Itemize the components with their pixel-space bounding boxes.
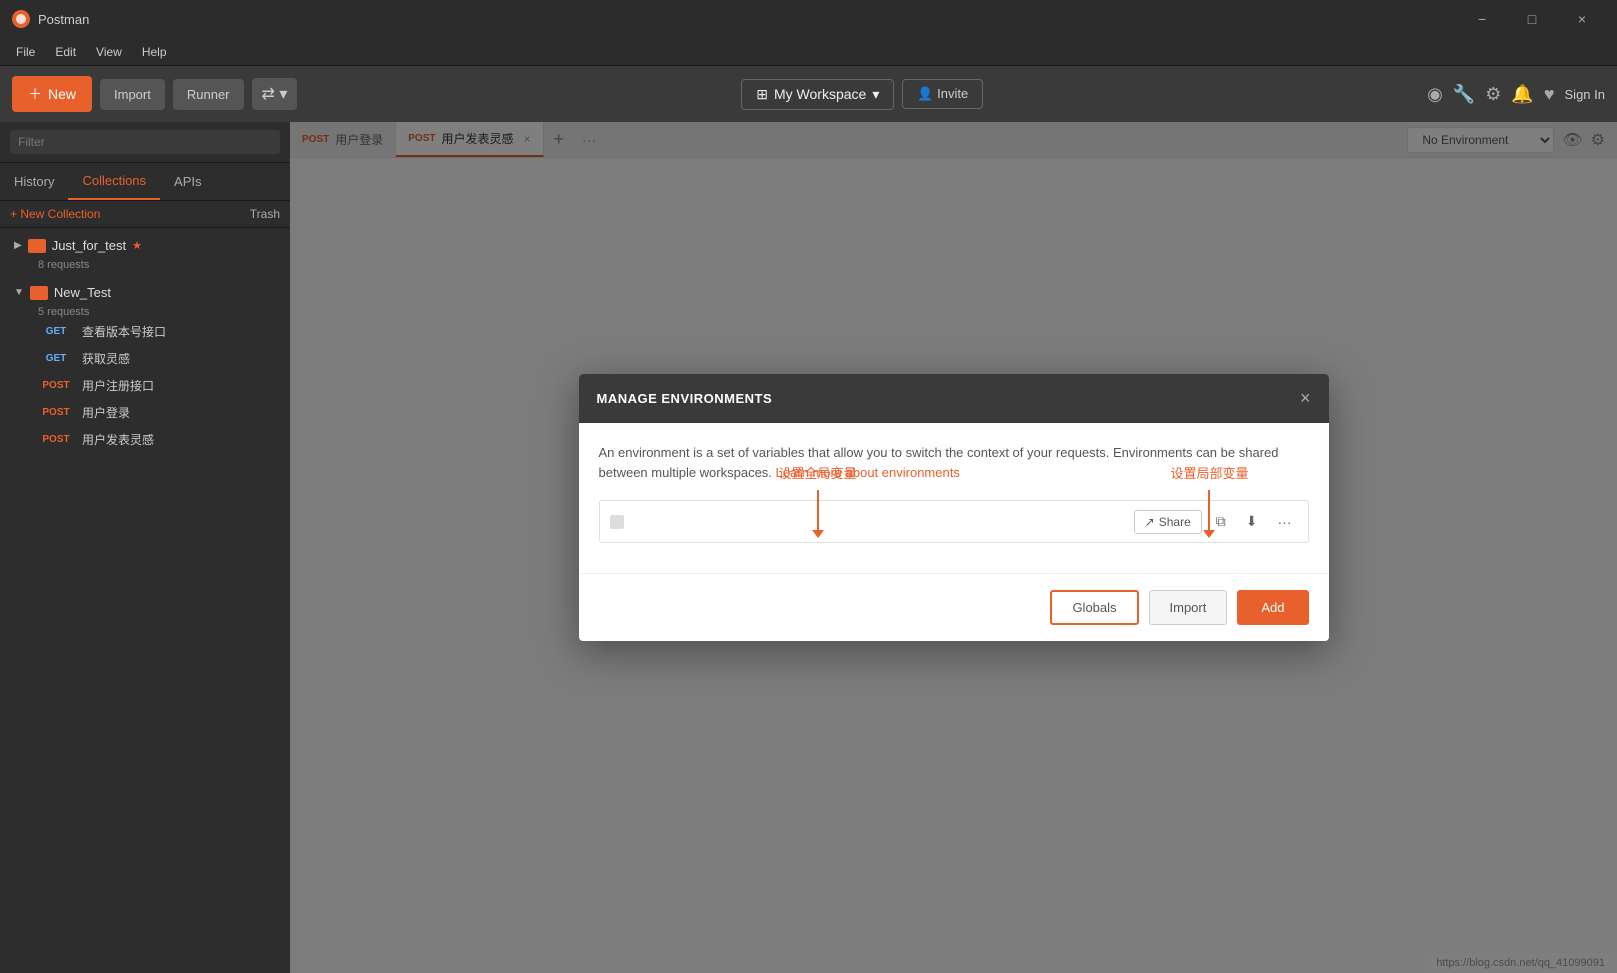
invite-icon: 👤 [917, 86, 933, 101]
window-controls: − □ × [1459, 0, 1605, 38]
wrench-icon[interactable]: 🔧 [1453, 84, 1475, 105]
annotation-arrow-line-1 [817, 490, 819, 530]
trash-button[interactable]: Trash [250, 207, 280, 221]
settings-icon[interactable]: ⚙ [1485, 84, 1501, 105]
content-area: POST 用户登录 POST 用户发表灵感 × + ··· No Environ… [290, 122, 1617, 973]
annotation-arrow-head-1 [812, 530, 824, 538]
method-badge-get: GET [38, 326, 74, 337]
collection-name: Just_for_test [52, 238, 126, 253]
app-title: Postman [38, 12, 1451, 27]
request-name-4: 用户登录 [82, 404, 130, 421]
modal-header: MANAGE ENVIRONMENTS × [579, 374, 1329, 423]
request-item[interactable]: GET 查看版本号接口 [10, 318, 280, 345]
sidebar-actions: + New Collection Trash [0, 201, 290, 228]
runner-button[interactable]: Runner [173, 79, 244, 110]
collection-arrow-icon-2: ▼ [14, 287, 24, 298]
modal-footer: Globals Import Add [579, 573, 1329, 641]
sidebar-tab-apis[interactable]: APIs [160, 164, 215, 199]
menu-edit[interactable]: Edit [47, 43, 84, 61]
method-badge-post-3: POST [38, 434, 74, 445]
request-name-5: 用户发表灵感 [82, 431, 154, 448]
menu-view[interactable]: View [88, 43, 130, 61]
new-button[interactable]: ＋ New [12, 76, 92, 112]
star-icon[interactable]: ★ [132, 239, 142, 252]
request-item-4[interactable]: POST 用户登录 [10, 399, 280, 426]
method-badge-post: POST [38, 380, 74, 391]
workspace-center: ⊞ My Workspace ▾ 👤 Invite [305, 79, 1419, 110]
filter-input[interactable] [10, 130, 280, 154]
share-icon: ↗ [1145, 515, 1155, 529]
annotation-add: 设置局部变量 [1170, 463, 1248, 538]
sidebar-tabs: History Collections APIs [0, 163, 290, 201]
heart-icon[interactable]: ♥ [1544, 84, 1555, 105]
collection-new-test: ▼ New_Test 5 requests GET 查看版本号接口 GET 获取… [0, 275, 290, 457]
env-color-indicator [610, 515, 624, 529]
annotation-arrow-head-2 [1203, 530, 1215, 538]
collection-requests-count: 8 requests [10, 259, 280, 271]
notification-icon[interactable]: 🔔 [1511, 84, 1533, 105]
collection-just-for-test: ▶ Just_for_test ★ 8 requests [0, 228, 290, 275]
toolbar: ＋ New Import Runner ⇄ ▾ ⊞ My Workspace ▾… [0, 66, 1617, 122]
method-badge-post-2: POST [38, 407, 74, 418]
manage-environments-modal: MANAGE ENVIRONMENTS × An environment is … [579, 374, 1329, 641]
menu-file[interactable]: File [8, 43, 43, 61]
request-item-5[interactable]: POST 用户发表灵感 [10, 426, 280, 453]
collection-name-2: New_Test [54, 285, 111, 300]
proxy-button[interactable]: ⇄ ▾ [252, 78, 298, 110]
collection-requests-count-2: 5 requests [10, 306, 280, 318]
request-name-3: 用户注册接口 [82, 377, 154, 394]
workspace-button[interactable]: ⊞ My Workspace ▾ [741, 79, 894, 110]
collection-header-new-test[interactable]: ▼ New_Test [10, 279, 280, 306]
titlebar: Postman − □ × [0, 0, 1617, 38]
close-button[interactable]: × [1559, 0, 1605, 38]
collection-header-just-for-test[interactable]: ▶ Just_for_test ★ [10, 232, 280, 259]
globals-button[interactable]: Globals [1050, 590, 1138, 625]
minimize-button[interactable]: − [1459, 0, 1505, 38]
sidebar-search-area [0, 122, 290, 163]
import-button-modal[interactable]: Import [1149, 590, 1228, 625]
method-badge-get-2: GET [38, 353, 74, 364]
collection-folder-icon-2 [30, 286, 48, 300]
satellite-icon[interactable]: ◉ [1427, 84, 1443, 105]
toolbar-right: ◉ 🔧 ⚙ 🔔 ♥ Sign In [1427, 84, 1605, 105]
sidebar-tab-collections[interactable]: Collections [68, 163, 160, 200]
sidebar-tab-history[interactable]: History [0, 164, 68, 199]
workspace-icon: ⊞ [756, 86, 768, 103]
modal-close-button[interactable]: × [1300, 388, 1311, 409]
collection-folder-icon [28, 239, 46, 253]
invite-button[interactable]: 👤 Invite [902, 79, 983, 109]
request-name: 查看版本号接口 [82, 323, 166, 340]
new-collection-button[interactable]: + New Collection [10, 207, 100, 221]
modal-title: MANAGE ENVIRONMENTS [597, 391, 773, 406]
sidebar: History Collections APIs + New Collectio… [0, 122, 290, 973]
signin-button[interactable]: Sign In [1565, 87, 1605, 102]
add-button[interactable]: Add [1237, 590, 1308, 625]
annotation-add-text: 设置局部变量 [1170, 463, 1248, 482]
modal-overlay[interactable]: MANAGE ENVIRONMENTS × An environment is … [290, 122, 1617, 973]
workspace-dropdown-icon: ▾ [872, 86, 879, 103]
annotation-arrow-line-2 [1208, 490, 1210, 530]
annotation-globals-text: 设置全局变量 [779, 463, 857, 482]
collection-arrow-icon: ▶ [14, 240, 22, 251]
maximize-button[interactable]: □ [1509, 0, 1555, 38]
more-env-button[interactable]: ··· [1272, 510, 1298, 534]
main-layout: History Collections APIs + New Collectio… [0, 122, 1617, 973]
menu-help[interactable]: Help [134, 43, 175, 61]
request-item-2[interactable]: GET 获取灵感 [10, 345, 280, 372]
request-name-2: 获取灵感 [82, 350, 130, 367]
app-icon [12, 10, 30, 28]
annotation-globals: 设置全局变量 [779, 463, 857, 538]
new-icon: ＋ [28, 84, 42, 104]
request-item-3[interactable]: POST 用户注册接口 [10, 372, 280, 399]
menubar: File Edit View Help [0, 38, 1617, 66]
import-button[interactable]: Import [100, 79, 165, 110]
